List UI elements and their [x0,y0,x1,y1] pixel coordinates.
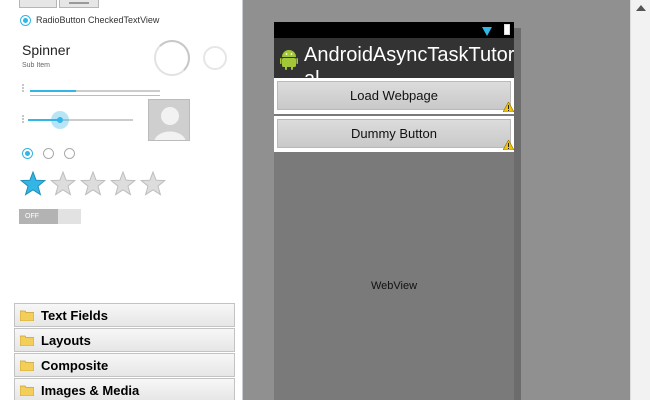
palette-radio-group-widget[interactable] [22,148,75,159]
load-webpage-button[interactable]: Load Webpage [277,81,511,110]
battery-icon [504,24,510,35]
dummy-button-frame: Dummy Button [274,116,514,152]
palette-progress-horizontal-track [30,95,160,96]
star-icon[interactable] [110,171,136,197]
wifi-icon [482,27,492,36]
palette-spinner-widget[interactable]: Spinner [22,42,70,58]
vertical-scrollbar[interactable] [630,0,650,400]
palette-progress-large-widget[interactable] [154,40,190,76]
palette-progress-horizontal-widget[interactable] [30,90,160,92]
palette-switch-widget[interactable]: OFF [19,209,81,224]
folder-icon [20,335,34,346]
status-bar [274,22,514,38]
star-icon[interactable] [140,171,166,197]
warning-icon [503,140,514,150]
folder-icon [20,360,34,371]
folder-icon [20,310,34,321]
radio-button-icon [64,148,75,159]
star-icon[interactable] [20,171,46,197]
category-label: Composite [41,357,109,373]
palette-quick-contact-widget[interactable] [148,99,190,141]
palette-spinner-subitem: Sub Item [22,62,51,69]
dummy-button[interactable]: Dummy Button [277,119,511,148]
radio-button-icon [20,14,31,26]
star-icon[interactable] [80,171,106,197]
palette-rating-bar-widget[interactable] [20,171,166,197]
drag-dots-icon [22,84,28,92]
seekbar-thumb[interactable] [50,111,69,129]
category-label: Images & Media [41,382,140,398]
palette-seekbar-widget[interactable] [28,119,133,121]
category-label: Layouts [41,332,91,348]
star-icon[interactable] [50,171,76,197]
palette-category-images-media[interactable]: Images & Media [14,378,235,400]
person-avatar-icon [149,100,189,140]
radio-checked-label: RadioButton CheckedTextView [36,15,160,25]
android-icon [280,50,298,70]
radio-button-icon [43,148,54,159]
warning-icon [503,102,514,112]
palette-small-button-widget-partial[interactable] [59,0,99,8]
palette-radio-checked-row[interactable]: RadioButton CheckedTextView [20,13,159,27]
webview-placeholder[interactable]: WebView [274,280,514,292]
device-preview[interactable]: AndroidAsyncTaskTutorial Load Webpage Du… [274,22,514,400]
scroll-up-arrow-icon[interactable] [636,5,646,11]
palette-progress-small-widget[interactable] [203,46,227,70]
progress-fill [30,90,76,92]
action-bar: AndroidAsyncTaskTutorial [274,38,514,78]
palette-category-text-fields[interactable]: Text Fields [14,303,235,327]
radio-button-icon [22,148,33,159]
category-label: Text Fields [41,307,108,323]
load-webpage-button-frame: Load Webpage [274,78,514,114]
app-title: AndroidAsyncTaskTutorial [304,44,514,78]
palette-button-widget-partial[interactable] [19,0,57,8]
palette-category-layouts[interactable]: Layouts [14,328,235,352]
widget-palette: RadioButton CheckedTextView Spinner Sub … [0,0,243,400]
switch-state-label: OFF [19,209,58,224]
folder-icon [20,385,34,396]
palette-category-composite[interactable]: Composite [14,353,235,377]
